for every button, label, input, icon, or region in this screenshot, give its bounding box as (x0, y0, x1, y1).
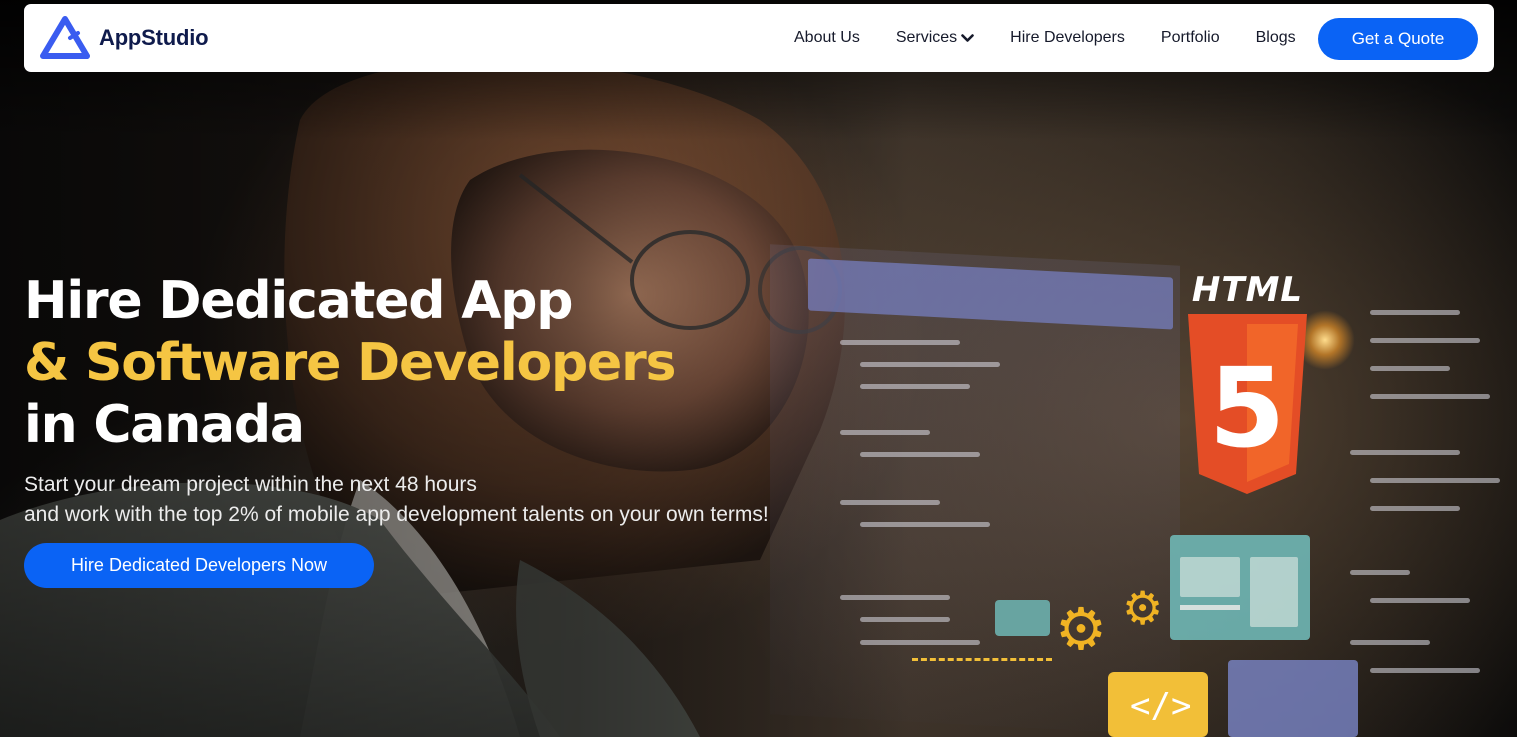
code-line (860, 640, 980, 645)
code-line (840, 340, 960, 345)
code-line (860, 522, 990, 527)
code-snippet-right (1330, 290, 1510, 710)
html5-badge-text: HTML (1191, 270, 1304, 310)
code-line (860, 617, 950, 622)
code-line (860, 362, 1000, 367)
headline-line-1: Hire Dedicated App (24, 271, 573, 331)
triangle-a-logo-icon (40, 16, 90, 59)
subtext-line-2: and work with the top 2% of mobile app d… (24, 503, 769, 526)
code-line (840, 500, 940, 505)
headline-line-2-accent: & Software Developers (24, 333, 676, 393)
hero-subtext: Start your dream project within the next… (24, 470, 844, 530)
nav-label: Portfolio (1160, 29, 1220, 46)
html5-badge-icon: HTML 5 (1180, 270, 1315, 500)
subtext-line-1: Start your dream project within the next… (24, 473, 477, 496)
hire-developers-now-button[interactable]: Hire Dedicated Developers Now (24, 543, 374, 588)
nav-label: Services (895, 29, 958, 46)
gear-icon: ⚙ (1122, 581, 1164, 635)
nav-hire-developers[interactable]: Hire Developers (1010, 29, 1125, 47)
nav-portfolio[interactable]: Portfolio (1161, 29, 1220, 47)
hero-headline: Hire Dedicated App & Software Developers… (24, 270, 744, 456)
nav-about-us[interactable]: About Us (794, 29, 860, 47)
html5-shield-icon: 5 (1188, 314, 1307, 494)
dashed-connector (912, 658, 1052, 661)
nav-label: Hire Developers (1010, 29, 1125, 46)
code-line (860, 384, 970, 389)
browser-window-widget (1170, 535, 1310, 640)
code-line (860, 452, 980, 457)
top-navbar: AppStudio About Us Services Hire Develop… (24, 4, 1494, 72)
gear-icon: ⚙ (1055, 595, 1107, 663)
headline-line-3: in Canada (24, 395, 305, 455)
brand-logo[interactable]: AppStudio (40, 16, 209, 60)
nav-label: About Us (794, 29, 860, 46)
nav-services-dropdown[interactable]: Services (896, 29, 974, 47)
list-window-widget (1228, 660, 1358, 737)
brand-name: AppStudio (99, 25, 209, 50)
html5-number: 5 (1209, 344, 1286, 472)
code-line (840, 595, 950, 600)
get-a-quote-button[interactable]: Get a Quote (1318, 18, 1478, 60)
nav-blogs[interactable]: Blogs (1256, 29, 1296, 47)
code-line (840, 430, 930, 435)
small-window-widget (995, 600, 1050, 636)
nav-label: Blogs (1255, 29, 1296, 46)
chevron-down-icon (961, 33, 974, 42)
code-brackets-widget: </> (1108, 672, 1208, 737)
main-nav: About Us Services Hire Developers Portfo… (794, 4, 1332, 72)
code-brackets-icon: </> (1130, 686, 1192, 726)
